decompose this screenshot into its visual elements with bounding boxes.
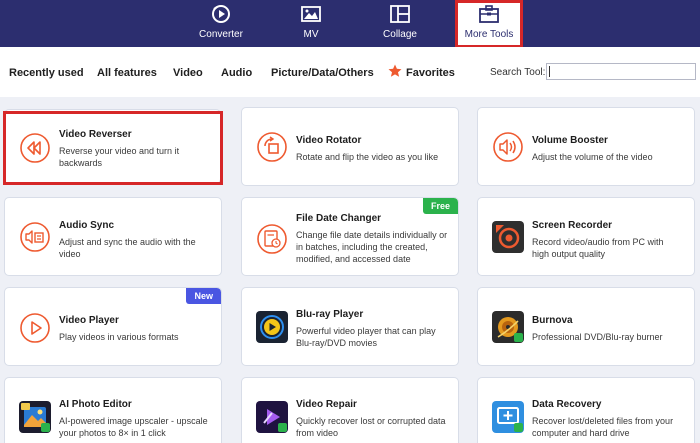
nav-label: Converter [199, 29, 243, 40]
card-description: Quickly recover lost or corrupted data f… [296, 416, 446, 438]
tool-card-ai-photo-editor[interactable]: AI Photo Editor AI-powered image upscale… [4, 377, 222, 443]
nav-label: MV [303, 29, 319, 40]
tool-card-file-date-changer[interactable]: File Date Changer Change file date detai… [241, 197, 459, 276]
card-title: Video Rotator [296, 135, 362, 146]
nav-tab-mv[interactable]: MV [280, 0, 342, 47]
tool-card-screen-recorder[interactable]: Screen Recorder Record video/audio from … [477, 197, 695, 276]
top-navigation: Converter MV Collage More Tools [0, 0, 700, 47]
card-title: Audio Sync [59, 220, 115, 231]
filter-picture-data-others[interactable]: Picture/Data/Others [271, 67, 374, 79]
filter-recently-used[interactable]: Recently used [9, 67, 84, 79]
filter-favorites[interactable]: Favorites [406, 67, 455, 79]
card-description: Change file date details individually or… [296, 230, 448, 264]
rotate-icon [257, 132, 287, 162]
tool-card-video-repair[interactable]: Video Repair Quickly recover lost or cor… [241, 377, 459, 443]
card-title: Data Recovery [532, 399, 602, 410]
nav-tab-collage[interactable]: Collage [369, 0, 431, 47]
text-caret [549, 66, 550, 77]
card-description: AI-powered image upscaler - upscale your… [59, 416, 208, 438]
filter-bar: Recently used All features Video Audio P… [0, 47, 700, 97]
tool-card-data-recovery[interactable]: Data Recovery Recover lost/deleted files… [477, 377, 695, 443]
new-badge: New [186, 288, 221, 304]
card-description: Adjust the volume of the video [532, 152, 653, 162]
play-icon [20, 313, 50, 343]
card-description: Powerful video player that can play Blu-… [296, 326, 436, 348]
tool-card-audio-sync[interactable]: Audio Sync Adjust and sync the audio wit… [4, 197, 222, 276]
card-title: Video Repair [296, 399, 357, 410]
card-description: Professional DVD/Blu-ray burner [532, 332, 663, 342]
nav-label: Collage [383, 29, 417, 40]
nav-label: More Tools [464, 29, 514, 40]
audio-sync-icon [20, 222, 50, 252]
nav-tab-more-tools[interactable]: More Tools [457, 0, 521, 47]
tool-card-burnova[interactable]: Burnova Professional DVD/Blu-ray burner [477, 287, 695, 366]
tool-card-video-player[interactable]: Video Player Play videos in various form… [4, 287, 222, 366]
toolbox-icon [479, 5, 499, 23]
card-title: Screen Recorder [532, 220, 613, 231]
filter-video[interactable]: Video [173, 67, 203, 79]
card-description: Rotate and flip the video as you like [296, 152, 439, 162]
card-title: Video Reverser [59, 129, 132, 140]
volume-icon [493, 132, 523, 162]
star-icon [388, 64, 402, 77]
file-date-icon [257, 224, 287, 254]
card-title: Volume Booster [532, 135, 608, 146]
converter-icon [212, 5, 230, 23]
data-recovery-icon [492, 401, 524, 433]
card-title: Blu-ray Player [296, 309, 364, 320]
card-title: File Date Changer [296, 213, 382, 224]
card-title: Burnova [532, 315, 573, 326]
reverse-icon [20, 133, 50, 163]
tool-card-volume-booster[interactable]: Volume Booster Adjust the volume of the … [477, 107, 695, 186]
tool-card-blu-ray-player[interactable]: Blu-ray Player Powerful video player tha… [241, 287, 459, 366]
filter-audio[interactable]: Audio [221, 67, 252, 79]
video-repair-icon [256, 401, 288, 433]
filter-all-features[interactable]: All features [97, 67, 157, 79]
tool-card-video-rotator[interactable]: Video Rotator Rotate and flip the video … [241, 107, 459, 186]
card-title: Video Player [59, 315, 119, 326]
collage-icon [390, 5, 410, 23]
screen-recorder-icon [492, 221, 524, 253]
card-description: Reverse your video and turn it backwards [59, 146, 180, 168]
free-badge: Free [422, 198, 458, 214]
search-input[interactable] [546, 63, 696, 80]
card-description: Play videos in various formats [59, 332, 179, 342]
tool-card-video-reverser[interactable]: Video Reverser Reverse your video and tu… [4, 109, 221, 184]
ai-photo-editor-icon [19, 401, 51, 433]
burnova-icon [492, 311, 524, 343]
bluray-player-icon [256, 311, 288, 343]
card-title: AI Photo Editor [59, 399, 132, 410]
mv-icon [301, 6, 321, 22]
nav-tab-converter[interactable]: Converter [190, 0, 252, 47]
card-description: Recover lost/deleted files from your com… [532, 416, 674, 438]
card-description: Adjust and sync the audio with the video [59, 237, 196, 259]
card-description: Record video/audio from PC with high out… [532, 237, 664, 259]
search-label: Search Tool: [490, 67, 546, 78]
